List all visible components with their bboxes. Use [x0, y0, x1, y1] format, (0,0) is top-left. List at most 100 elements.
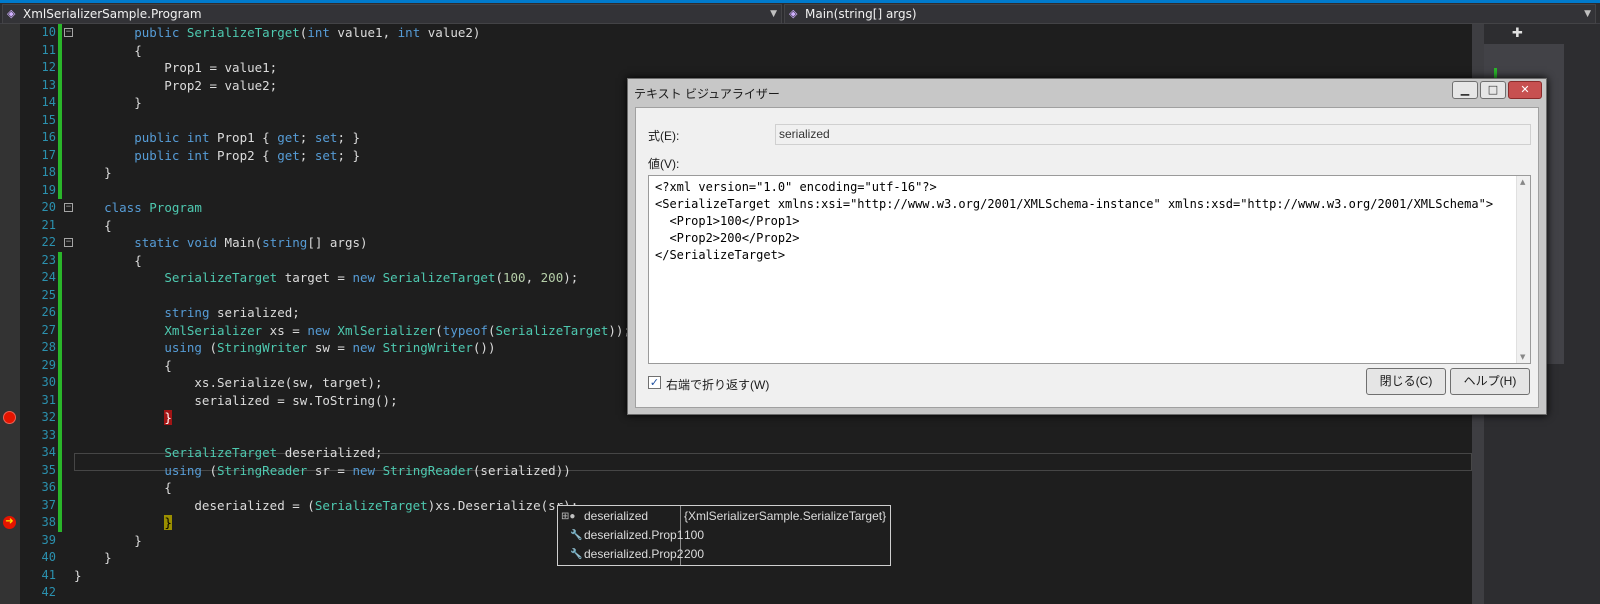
window-close-button[interactable]: ✕: [1508, 81, 1542, 99]
code-token: ()): [472, 340, 496, 355]
line-number: 41: [41, 567, 56, 582]
help-button[interactable]: ヘルプ(H): [1450, 368, 1530, 395]
change-marker: [58, 286, 62, 304]
value-textbox[interactable]: <?xml version="1.0" encoding="utf-16"?> …: [648, 175, 1531, 364]
datatip-row[interactable]: 🔧 deserialized.Prop2 200: [558, 545, 890, 564]
code-text: xs.Serialize(sw, target);: [74, 374, 383, 392]
code-text: SerializeTarget deserialized;: [74, 444, 382, 462]
datatip-row[interactable]: 🔧 deserialized.Prop1 100: [558, 526, 890, 545]
change-marker: [58, 41, 62, 59]
minimize-button[interactable]: ▁: [1452, 81, 1478, 99]
type-selector-dropdown[interactable]: ◈ XmlSerializerSample.Program ▼: [2, 4, 782, 24]
breakpoint-icon[interactable]: [3, 411, 16, 424]
change-marker: [58, 444, 62, 462]
code-text: string serialized;: [74, 304, 299, 322]
code-token: {: [74, 252, 142, 268]
code-line[interactable]: 41}: [0, 567, 1484, 585]
datatip-name: deserialized.Prop2: [584, 547, 684, 561]
wrap-checkbox[interactable]: ✓: [648, 376, 661, 389]
dialog-body: 式(E): serialized 値(V): <?xml version="1.…: [635, 107, 1539, 408]
code-token: SerializeTarget: [495, 322, 609, 338]
code-token: ; }: [337, 130, 361, 145]
value-vertical-scrollbar[interactable]: ▲ ▼: [1516, 176, 1530, 363]
code-token: SerializeTarget: [186, 25, 300, 40]
code-token: set: [314, 147, 338, 163]
code-token: value2): [420, 25, 481, 40]
code-text: {: [74, 42, 142, 60]
code-token: XmlSerializer: [164, 322, 263, 338]
close-icon: ✕: [1520, 83, 1530, 96]
change-marker: [58, 251, 62, 269]
datatip-row[interactable]: ⊞● deserialized {XmlSerializerSample.Ser…: [558, 507, 890, 526]
scroll-up-icon[interactable]: ▲: [1520, 178, 1525, 186]
code-token: }: [74, 165, 112, 180]
line-number: 16: [41, 130, 56, 144]
member-selector-dropdown[interactable]: ◈ Main(string[] args) ▼: [784, 4, 1596, 24]
dialog-title: テキスト ビジュアライザー: [634, 87, 780, 101]
code-token: (: [495, 270, 503, 285]
code-line[interactable]: 36 {: [0, 479, 1484, 497]
code-text: }: [74, 514, 172, 532]
close-button[interactable]: 閉じる(C): [1366, 368, 1446, 395]
code-text: deserialized = (SerializeTarget)xs.Deser…: [74, 497, 578, 515]
code-line[interactable]: 42: [0, 584, 1484, 602]
expression-field[interactable]: serialized: [775, 124, 1531, 145]
code-token: StringReader: [382, 462, 473, 478]
maximize-button[interactable]: □: [1480, 81, 1506, 99]
code-token: get: [277, 130, 300, 145]
code-token: Prop1 = value1;: [74, 60, 278, 75]
scroll-down-icon[interactable]: ▼: [1520, 353, 1525, 361]
code-text: using (StringWriter sw = new StringWrite…: [74, 339, 495, 357]
split-plus-icon[interactable]: ✚: [1512, 26, 1523, 41]
code-token: }: [74, 532, 142, 548]
code-token: xs.Serialize(sw, target);: [74, 375, 383, 390]
code-token: int: [186, 147, 210, 163]
expand-object-icon[interactable]: ⊞●: [561, 510, 575, 523]
code-token: new: [307, 322, 330, 338]
code-token: int: [186, 130, 210, 145]
code-token: string: [164, 305, 210, 320]
line-number: 27: [41, 322, 56, 337]
change-marker: [58, 374, 62, 392]
code-text: {: [74, 252, 142, 270]
line-number: 26: [41, 305, 56, 319]
code-text: public int Prop1 { get; set; }: [74, 129, 360, 147]
collapse-icon[interactable]: −: [64, 238, 73, 247]
datatip-value: 200: [684, 547, 705, 561]
code-token: ; }: [337, 147, 361, 163]
code-token: );: [563, 270, 579, 285]
code-token: sw =: [307, 340, 353, 355]
code-line[interactable]: 33: [0, 426, 1484, 444]
method-icon: ◈: [789, 7, 798, 20]
line-number: 14: [41, 95, 56, 109]
change-marker: [58, 111, 62, 129]
code-line[interactable]: 11 {: [0, 41, 1484, 60]
type-selector-label: XmlSerializerSample.Program: [23, 7, 202, 21]
change-marker: [58, 356, 62, 374]
line-number: 35: [41, 462, 56, 477]
code-line[interactable]: 12 Prop1 = value1;: [0, 59, 1484, 77]
code-line[interactable]: 10− public SerializeTarget(int value1, i…: [0, 24, 1484, 42]
current-statement-breakpoint-icon[interactable]: ➜: [3, 516, 16, 529]
collapse-icon[interactable]: −: [64, 203, 73, 212]
code-token: {: [74, 480, 172, 495]
collapse-icon[interactable]: −: [64, 28, 73, 37]
line-number: 13: [41, 77, 56, 92]
code-token: string: [262, 235, 308, 250]
text-visualizer-dialog: テキスト ビジュアライザー ▁ □ ✕ 式(E): serialized 値(V…: [627, 78, 1547, 415]
member-selector-label: Main(string[] args): [805, 7, 917, 21]
code-token: }: [164, 410, 172, 425]
code-token: {: [74, 357, 172, 373]
code-line[interactable]: 35 using (StringReader sr = new StringRe…: [0, 461, 1484, 479]
code-token: Main(: [217, 235, 263, 250]
code-line[interactable]: 34 SerializeTarget deserialized;: [0, 444, 1484, 462]
